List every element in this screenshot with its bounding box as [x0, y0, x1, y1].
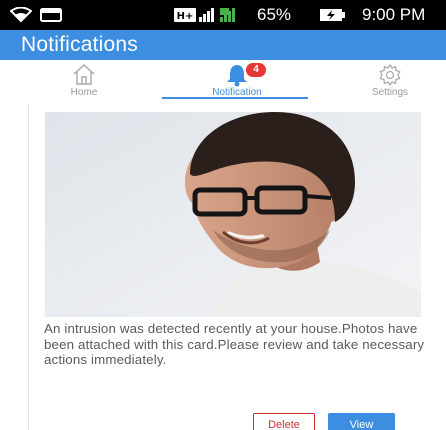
- tab-bar: Home 4 Notification Settings: [0, 60, 446, 100]
- gear-icon: [379, 63, 401, 87]
- card-edge: [28, 104, 29, 430]
- home-icon: [73, 64, 95, 85]
- battery-percent: 65%: [257, 5, 292, 24]
- notification-count-badge: 4: [246, 63, 266, 77]
- delete-button[interactable]: Delete: [253, 413, 315, 430]
- app-bar: Notifications: [0, 30, 446, 60]
- page-title: Notifications: [21, 33, 138, 56]
- tab-settings[interactable]: Settings: [330, 60, 446, 100]
- notification-message: An intrusion was detected recently at yo…: [44, 321, 425, 368]
- intrusion-photo[interactable]: [45, 112, 421, 317]
- wifi-icon: [10, 7, 32, 23]
- notification-card: An intrusion was detected recently at yo…: [32, 104, 424, 430]
- tab-settings-label: Settings: [371, 87, 409, 98]
- battery-charging-icon: [320, 9, 345, 21]
- clock: 9:00 PM: [362, 5, 426, 24]
- tab-notification[interactable]: 4 Notification: [177, 60, 297, 100]
- svg-text:H+: H+: [177, 11, 194, 22]
- signal-bars-icon: [199, 8, 235, 22]
- active-tab-indicator: [162, 97, 308, 99]
- status-bar: H+ 65% 9:00 PM: [0, 0, 446, 30]
- hplus-network-icon: H+: [174, 8, 196, 22]
- view-button[interactable]: View: [328, 413, 395, 430]
- sd-card-icon: [40, 8, 62, 22]
- tab-home-label: Home: [70, 87, 98, 98]
- tab-home[interactable]: Home: [24, 60, 144, 100]
